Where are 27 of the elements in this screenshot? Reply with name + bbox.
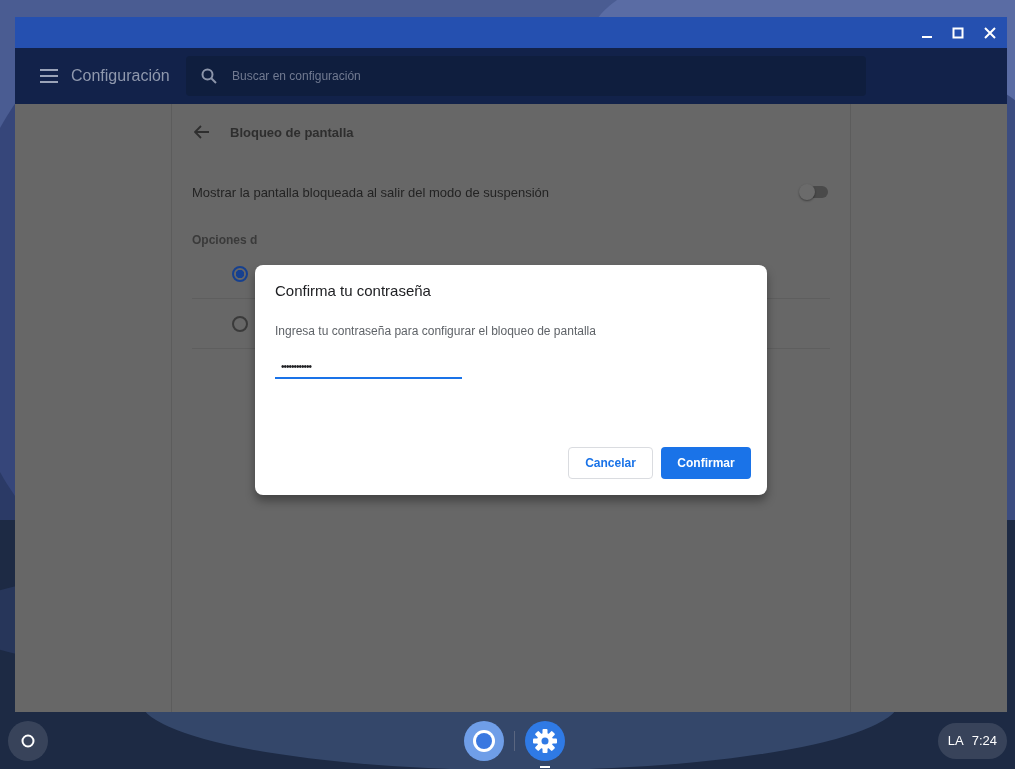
ring-icon <box>464 720 505 761</box>
toggle-switch[interactable] <box>802 186 828 198</box>
cancel-button[interactable]: Cancelar <box>568 447 653 479</box>
close-icon <box>984 26 996 39</box>
keyboard-layout: LA <box>947 733 964 748</box>
back-button[interactable] <box>194 125 210 139</box>
launcher-button[interactable] <box>8 720 48 761</box>
maximize-icon <box>952 26 964 39</box>
minimize-icon <box>922 35 932 38</box>
menu-button[interactable] <box>40 69 58 83</box>
search-icon <box>201 68 217 84</box>
dialog-title: Confirma tu contraseña <box>275 282 432 301</box>
status-area[interactable]: LA 7:24 <box>937 722 1007 759</box>
password-field[interactable]: •••••••••••• <box>275 355 462 379</box>
search-field[interactable]: Buscar en configuración <box>186 56 866 96</box>
menu-icon <box>40 69 58 83</box>
back-arrow-icon <box>194 125 210 139</box>
circle-icon <box>21 733 35 748</box>
page-title: Bloqueo de pantalla <box>230 124 354 140</box>
radio-button[interactable] <box>232 265 248 282</box>
dialog-message: Ingresa tu contraseña para configurar el bloqueo de pantalla <box>275 324 597 338</box>
app-title: Configuración <box>71 67 171 85</box>
radio-button[interactable] <box>232 315 248 332</box>
setting-label: Mostrar la pantalla bloqueada al salir del modo de suspensión <box>192 184 549 200</box>
clock-time: 7:24 <box>971 733 997 748</box>
confirm-button[interactable]: Confirmar <box>661 447 751 479</box>
gear-icon <box>525 720 566 761</box>
